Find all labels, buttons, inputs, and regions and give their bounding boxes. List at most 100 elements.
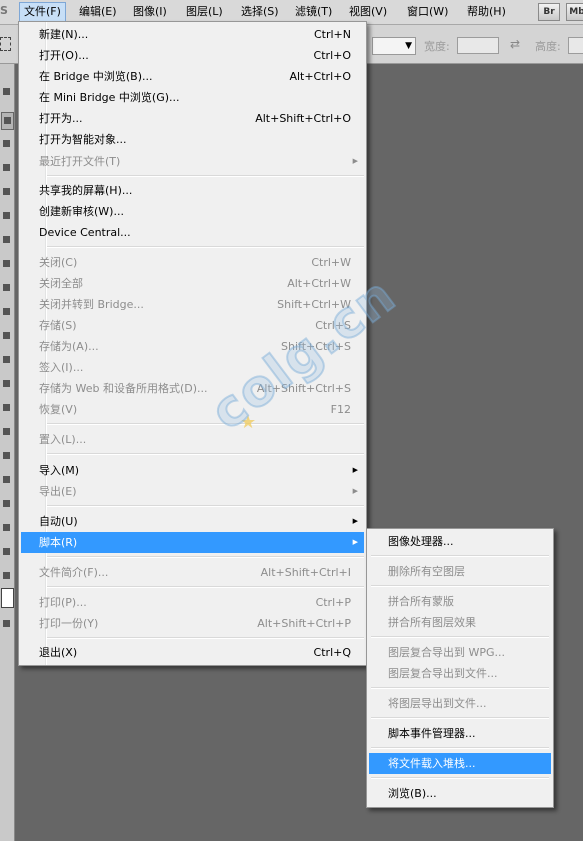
- height-field: [568, 37, 583, 54]
- menu-item-label: 打开为智能对象...: [39, 133, 127, 146]
- menu-item-save-as[interactable]: 存储为(A)... Shift+Ctrl+S: [21, 336, 364, 357]
- 3d-rotate-tool-icon[interactable]: [1, 520, 12, 536]
- clone-stamp-tool-icon[interactable]: [1, 280, 12, 296]
- submenu-item-export-layers[interactable]: 将图层导出到文件...: [369, 693, 551, 714]
- menu-item-place[interactable]: 置入(L)...: [21, 429, 364, 450]
- submenu-item-label: 将文件载入堆栈...: [388, 757, 476, 770]
- menu-file[interactable]: 文件(F): [19, 2, 66, 22]
- menu-select[interactable]: 选择(S): [237, 3, 283, 21]
- menu-item-label: 置入(L)...: [39, 433, 87, 446]
- menu-filter[interactable]: 滤镜(T): [291, 3, 336, 21]
- submenu-item-image-processor[interactable]: 图像处理器...: [369, 531, 551, 552]
- bridge-button[interactable]: Br: [538, 3, 560, 21]
- submenu-item-comps-to-wpg[interactable]: 图层复合导出到 WPG...: [369, 642, 551, 663]
- lasso-tool-icon[interactable]: [1, 136, 12, 152]
- menu-item-open-as[interactable]: 打开为... Alt+Shift+Ctrl+O: [21, 108, 364, 129]
- menu-item-open-smart-object[interactable]: 打开为智能对象...: [21, 129, 364, 150]
- menu-item-label: 新建(N)...: [39, 28, 89, 41]
- menu-item-create-review[interactable]: 创建新审核(W)...: [21, 201, 364, 222]
- menu-item-recent-files[interactable]: 最近打开文件(T) ▶: [21, 151, 364, 172]
- history-brush-tool-icon[interactable]: [1, 304, 12, 320]
- menu-item-print-one-copy[interactable]: 打印一份(Y) Alt+Shift+Ctrl+P: [21, 613, 364, 634]
- submenu-item-browse[interactable]: 浏览(B)...: [369, 783, 551, 804]
- menu-item-check-in[interactable]: 签入(I)...: [21, 357, 364, 378]
- menu-item-label: 退出(X): [39, 646, 78, 659]
- brush-tool-icon[interactable]: [1, 256, 12, 272]
- type-tool-icon[interactable]: [1, 448, 12, 464]
- menu-item-shortcut: F12: [330, 403, 351, 416]
- gradient-tool-icon[interactable]: [1, 352, 12, 368]
- menu-item-file-info[interactable]: 文件简介(F)... Alt+Shift+Ctrl+I: [21, 562, 364, 583]
- mini-bridge-button[interactable]: Mb: [566, 3, 583, 21]
- menu-item-automate[interactable]: 自动(U) ▶: [21, 511, 364, 532]
- menu-item-scripts[interactable]: 脚本(R) ▶: [21, 532, 364, 553]
- menu-item-import[interactable]: 导入(M) ▶: [21, 460, 364, 481]
- shape-tool-icon[interactable]: [1, 496, 12, 512]
- dodge-tool-icon[interactable]: [1, 400, 12, 416]
- menu-item-browse-bridge[interactable]: 在 Bridge 中浏览(B)... Alt+Ctrl+O: [21, 66, 364, 87]
- menu-item-exit[interactable]: 退出(X) Ctrl+Q: [21, 642, 364, 663]
- submenu-item-delete-empty-layers[interactable]: 删除所有空图层: [369, 561, 551, 582]
- style-dropdown[interactable]: ▼: [372, 37, 416, 55]
- menu-item-revert[interactable]: 恢复(V) F12: [21, 399, 364, 420]
- menu-separator: [371, 777, 549, 779]
- menu-item-label: 关闭(C): [39, 256, 78, 269]
- submenu-item-label: 浏览(B)...: [388, 787, 437, 800]
- scripts-submenu: 图像处理器... 删除所有空图层 拼合所有蒙版 拼合所有图层效果 图层复合导出到…: [366, 528, 554, 808]
- menu-separator: [371, 687, 549, 689]
- menu-item-label: 自动(U): [39, 515, 78, 528]
- submenu-item-flatten-masks[interactable]: 拼合所有蒙版: [369, 591, 551, 612]
- quick-mask-icon[interactable]: [1, 616, 12, 632]
- menu-item-save-for-web[interactable]: 存储为 Web 和设备所用格式(D)... Alt+Shift+Ctrl+S: [21, 378, 364, 399]
- submenu-item-flatten-layer-effects[interactable]: 拼合所有图层效果: [369, 612, 551, 633]
- move-tool-icon[interactable]: [1, 84, 12, 100]
- menu-window[interactable]: 窗口(W): [403, 3, 452, 21]
- healing-brush-tool-icon[interactable]: [1, 232, 12, 248]
- foreground-color-swatch[interactable]: [1, 588, 14, 608]
- submenu-item-comps-to-files[interactable]: 图层复合导出到文件...: [369, 663, 551, 684]
- eraser-tool-icon[interactable]: [1, 328, 12, 344]
- menu-separator: [371, 585, 549, 587]
- marquee-tool-icon[interactable]: [0, 37, 11, 51]
- menu-item-print[interactable]: 打印(P)... Ctrl+P: [21, 592, 364, 613]
- menu-item-device-central[interactable]: Device Central...: [21, 222, 364, 243]
- path-select-tool-icon[interactable]: [1, 472, 12, 488]
- menu-image[interactable]: 图像(I): [129, 3, 171, 21]
- menu-item-label: 脚本(R): [39, 536, 78, 549]
- quick-select-tool-icon[interactable]: [1, 160, 12, 176]
- menu-help[interactable]: 帮助(H): [463, 3, 510, 21]
- menu-item-save[interactable]: 存储(S) Ctrl+S: [21, 315, 364, 336]
- menu-item-label: 存储为(A)...: [39, 340, 99, 353]
- submenu-item-label: 脚本事件管理器...: [388, 727, 476, 740]
- menu-item-browse-mini-bridge[interactable]: 在 Mini Bridge 中浏览(G)...: [21, 87, 364, 108]
- crop-tool-icon[interactable]: [1, 184, 12, 200]
- menu-separator: [371, 555, 549, 557]
- pen-tool-icon[interactable]: [1, 424, 12, 440]
- blur-tool-icon[interactable]: [1, 376, 12, 392]
- hand-tool-icon[interactable]: [1, 544, 12, 560]
- menu-item-open[interactable]: 打开(O)... Ctrl+O: [21, 45, 364, 66]
- submenu-item-script-events-manager[interactable]: 脚本事件管理器...: [369, 723, 551, 744]
- menu-item-close-go-bridge[interactable]: 关闭并转到 Bridge... Shift+Ctrl+W: [21, 294, 364, 315]
- menu-item-shortcut: Ctrl+O: [313, 49, 351, 62]
- menu-edit[interactable]: 编辑(E): [75, 3, 121, 21]
- menu-item-label: 文件简介(F)...: [39, 566, 109, 579]
- menu-item-shortcut: Alt+Shift+Ctrl+O: [255, 112, 351, 125]
- menu-item-export[interactable]: 导出(E) ▶: [21, 481, 364, 502]
- submenu-item-load-files-into-stack[interactable]: 将文件载入堆栈...: [369, 753, 551, 774]
- zoom-tool-icon[interactable]: [1, 568, 12, 584]
- menu-view[interactable]: 视图(V): [345, 3, 391, 21]
- menu-item-close[interactable]: 关闭(C) Ctrl+W: [21, 252, 364, 273]
- menu-item-label: 在 Bridge 中浏览(B)...: [39, 70, 153, 83]
- menu-item-label: 打开为...: [39, 112, 83, 125]
- eyedropper-tool-icon[interactable]: [1, 208, 12, 224]
- menu-item-shortcut: Alt+Ctrl+O: [289, 70, 351, 83]
- menu-item-label: Device Central...: [39, 226, 131, 239]
- menu-item-label: 存储为 Web 和设备所用格式(D)...: [39, 382, 208, 395]
- menu-item-close-all[interactable]: 关闭全部 Alt+Ctrl+W: [21, 273, 364, 294]
- app-logo-fragment: S: [0, 4, 8, 17]
- menu-layer[interactable]: 图层(L): [182, 3, 227, 21]
- menu-item-new[interactable]: 新建(N)... Ctrl+N: [21, 24, 364, 45]
- menu-item-share-screen[interactable]: 共享我的屏幕(H)...: [21, 180, 364, 201]
- marquee-tool-icon[interactable]: [1, 112, 14, 130]
